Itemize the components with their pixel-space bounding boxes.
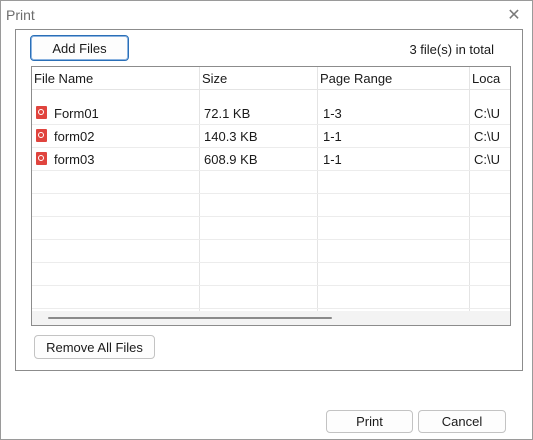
header-location[interactable]: Loca xyxy=(472,71,500,86)
scrollbar-thumb[interactable] xyxy=(48,317,332,319)
file-location: C:\U xyxy=(474,152,500,167)
remove-all-files-button[interactable]: Remove All Files xyxy=(34,335,155,359)
file-page-range: 1-1 xyxy=(323,152,342,167)
print-dialog: Print ✕ Add Files 3 file(s) in total Fil… xyxy=(0,0,533,440)
empty-row xyxy=(32,171,510,194)
file-list[interactable]: File Name Size Page Range Loca Form01 72… xyxy=(31,66,511,326)
file-name: form03 xyxy=(54,152,95,167)
title-bar: Print ✕ xyxy=(1,1,532,29)
empty-row xyxy=(32,194,510,217)
file-location: C:\U xyxy=(474,129,500,144)
table-row[interactable]: form03 608.9 KB 1-1 C:\U xyxy=(32,148,510,171)
file-name: Form01 xyxy=(54,106,99,121)
file-page-range: 1-3 xyxy=(323,106,342,121)
empty-row xyxy=(32,286,510,309)
file-name: form02 xyxy=(54,129,95,144)
add-files-button[interactable]: Add Files xyxy=(30,35,129,61)
header-file-name[interactable]: File Name xyxy=(34,71,93,86)
pdf-file-icon xyxy=(36,106,47,119)
print-button[interactable]: Print xyxy=(326,410,413,433)
file-count-label: 3 file(s) in total xyxy=(409,42,494,57)
pdf-file-icon xyxy=(36,152,47,165)
file-size: 140.3 KB xyxy=(204,129,258,144)
empty-row xyxy=(32,240,510,263)
empty-row xyxy=(32,263,510,286)
file-location: C:\U xyxy=(474,106,500,121)
file-size: 608.9 KB xyxy=(204,152,258,167)
file-size: 72.1 KB xyxy=(204,106,251,121)
window-title: Print xyxy=(6,7,35,23)
close-icon[interactable]: ✕ xyxy=(504,5,524,25)
header-size[interactable]: Size xyxy=(202,71,227,86)
table-row[interactable]: Form01 72.1 KB 1-3 C:\U xyxy=(32,102,510,125)
header-page-range[interactable]: Page Range xyxy=(320,71,392,86)
files-panel: Add Files 3 file(s) in total File Name S… xyxy=(15,29,523,371)
pdf-file-icon xyxy=(36,129,47,142)
cancel-button[interactable]: Cancel xyxy=(418,410,506,433)
empty-row xyxy=(32,217,510,240)
list-header: File Name Size Page Range Loca xyxy=(32,67,510,90)
horizontal-scrollbar[interactable] xyxy=(32,311,510,325)
file-page-range: 1-1 xyxy=(323,129,342,144)
table-row[interactable]: form02 140.3 KB 1-1 C:\U xyxy=(32,125,510,148)
